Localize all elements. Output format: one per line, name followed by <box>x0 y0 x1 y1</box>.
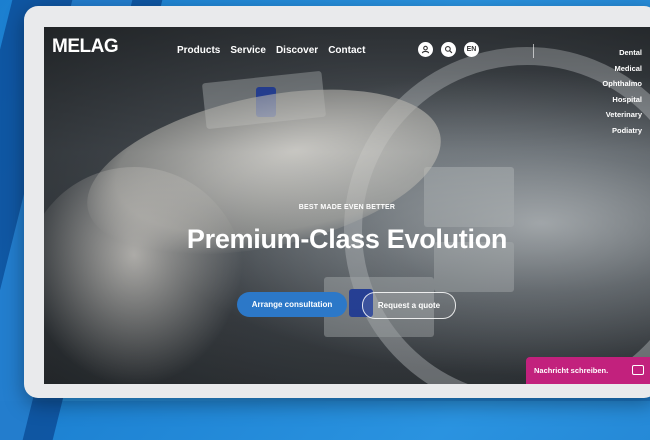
search-icon[interactable] <box>441 42 456 57</box>
logo[interactable]: MELAG <box>52 36 119 58</box>
specialty-menu: Dental Medical Ophthalmo Hospital Veteri… <box>602 45 642 138</box>
hero-headline: Premium-Class Evolution <box>186 224 508 254</box>
top-navigation: MELAG Products Service Discover Contact … <box>44 27 650 135</box>
nav-item-discover[interactable]: Discover <box>276 45 318 56</box>
specialty-podiatry[interactable]: Podiatry <box>602 123 642 139</box>
specialty-ophthalmo[interactable]: Ophthalmo <box>602 76 642 92</box>
chat-widget[interactable]: Nachricht schreiben. <box>526 357 650 384</box>
main-menu: Products Service Discover Contact <box>177 45 365 56</box>
chat-bubble-icon <box>632 365 644 375</box>
website-screen: MELAG Products Service Discover Contact … <box>44 27 650 384</box>
nav-divider <box>533 44 534 58</box>
specialty-hospital[interactable]: Hospital <box>602 92 642 108</box>
request-quote-button[interactable]: Request a quote <box>362 292 456 319</box>
hero-eyebrow: BEST MADE EVEN BETTER <box>298 204 396 211</box>
nav-item-contact[interactable]: Contact <box>328 45 365 56</box>
chat-label: Nachricht schreiben. <box>534 366 609 375</box>
language-switcher[interactable]: EN <box>464 42 479 57</box>
nav-icons: EN <box>418 42 479 57</box>
specialty-dental[interactable]: Dental <box>602 45 642 61</box>
specialty-medical[interactable]: Medical <box>602 61 642 77</box>
nav-item-service[interactable]: Service <box>230 45 266 56</box>
nav-item-products[interactable]: Products <box>177 45 220 56</box>
user-icon[interactable] <box>418 42 433 57</box>
specialty-veterinary[interactable]: Veterinary <box>602 107 642 123</box>
arrange-consultation-button[interactable]: Arrange consultation <box>237 292 347 317</box>
